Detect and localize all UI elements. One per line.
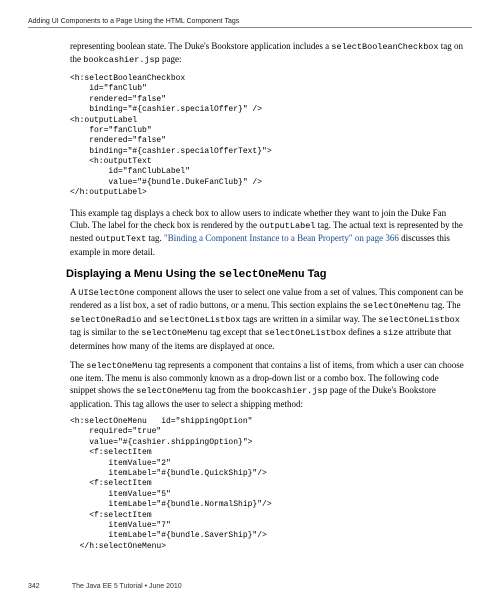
- section-heading: Displaying a Menu Using the selectOneMen…: [66, 268, 466, 281]
- code-block-1: <h:selectBooleanCheckbox id="fanClub" re…: [70, 74, 466, 199]
- header-rule: [28, 27, 472, 28]
- page-content: Adding UI Components to a Page Using the…: [0, 0, 500, 572]
- page-footer: 342 The Java EE 5 Tutorial • June 2010: [28, 583, 182, 590]
- page-number: 342: [28, 583, 70, 590]
- cross-reference-link[interactable]: "Binding a Component Instance to a Bean …: [164, 233, 399, 243]
- body-column: representing boolean state. The Duke's B…: [70, 40, 466, 552]
- explanation-paragraph: This example tag displays a check box to…: [70, 207, 466, 258]
- code-block-2: <h:selectOneMenu id="shippingOption" req…: [70, 417, 466, 552]
- footer-text: The Java EE 5 Tutorial • June 2010: [72, 583, 182, 590]
- section-paragraph-2: The selectOneMenu tag represents a compo…: [70, 359, 466, 410]
- intro-paragraph: representing boolean state. The Duke's B…: [70, 40, 466, 67]
- running-header: Adding UI Components to a Page Using the…: [28, 18, 472, 25]
- section-paragraph-1: A UISelectOne component allows the user …: [70, 286, 466, 352]
